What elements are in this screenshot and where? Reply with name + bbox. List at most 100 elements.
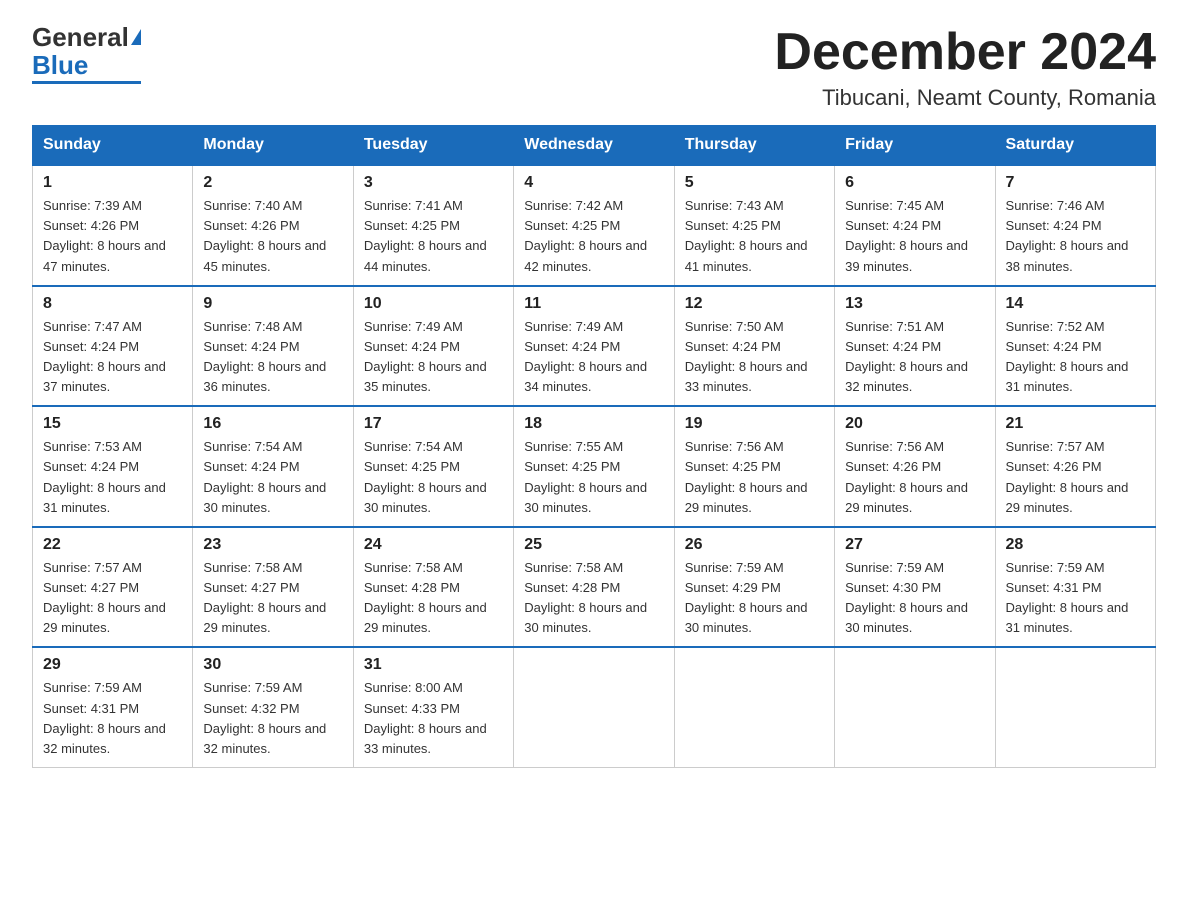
day-number: 21 <box>1006 415 1145 433</box>
table-row: 14 Sunrise: 7:52 AMSunset: 4:24 PMDaylig… <box>995 286 1155 407</box>
day-number: 14 <box>1006 295 1145 313</box>
day-number: 25 <box>524 536 663 554</box>
logo-triangle-icon <box>131 29 141 45</box>
day-info: Sunrise: 7:59 AMSunset: 4:32 PMDaylight:… <box>203 680 326 755</box>
table-row: 18 Sunrise: 7:55 AMSunset: 4:25 PMDaylig… <box>514 406 674 527</box>
col-friday: Friday <box>835 126 995 166</box>
table-row: 15 Sunrise: 7:53 AMSunset: 4:24 PMDaylig… <box>33 406 193 527</box>
col-wednesday: Wednesday <box>514 126 674 166</box>
day-info: Sunrise: 7:55 AMSunset: 4:25 PMDaylight:… <box>524 439 647 514</box>
day-number: 28 <box>1006 536 1145 554</box>
day-number: 20 <box>845 415 984 433</box>
col-tuesday: Tuesday <box>353 126 513 166</box>
day-info: Sunrise: 7:53 AMSunset: 4:24 PMDaylight:… <box>43 439 166 514</box>
table-row <box>514 647 674 767</box>
table-row: 27 Sunrise: 7:59 AMSunset: 4:30 PMDaylig… <box>835 527 995 648</box>
table-row: 22 Sunrise: 7:57 AMSunset: 4:27 PMDaylig… <box>33 527 193 648</box>
table-row: 19 Sunrise: 7:56 AMSunset: 4:25 PMDaylig… <box>674 406 834 527</box>
col-thursday: Thursday <box>674 126 834 166</box>
table-row: 9 Sunrise: 7:48 AMSunset: 4:24 PMDayligh… <box>193 286 353 407</box>
day-info: Sunrise: 7:56 AMSunset: 4:25 PMDaylight:… <box>685 439 808 514</box>
table-row: 25 Sunrise: 7:58 AMSunset: 4:28 PMDaylig… <box>514 527 674 648</box>
table-row: 2 Sunrise: 7:40 AMSunset: 4:26 PMDayligh… <box>193 165 353 286</box>
table-row: 3 Sunrise: 7:41 AMSunset: 4:25 PMDayligh… <box>353 165 513 286</box>
calendar-week-row: 22 Sunrise: 7:57 AMSunset: 4:27 PMDaylig… <box>33 527 1156 648</box>
day-number: 22 <box>43 536 182 554</box>
col-sunday: Sunday <box>33 126 193 166</box>
page-header: General Blue December 2024 Tibucani, Nea… <box>32 24 1156 111</box>
day-number: 12 <box>685 295 824 313</box>
table-row: 7 Sunrise: 7:46 AMSunset: 4:24 PMDayligh… <box>995 165 1155 286</box>
day-info: Sunrise: 7:59 AMSunset: 4:29 PMDaylight:… <box>685 560 808 635</box>
day-info: Sunrise: 7:40 AMSunset: 4:26 PMDaylight:… <box>203 198 326 273</box>
day-number: 7 <box>1006 174 1145 192</box>
table-row: 31 Sunrise: 8:00 AMSunset: 4:33 PMDaylig… <box>353 647 513 767</box>
day-number: 19 <box>685 415 824 433</box>
day-number: 31 <box>364 656 503 674</box>
calendar-table: Sunday Monday Tuesday Wednesday Thursday… <box>32 125 1156 768</box>
day-number: 11 <box>524 295 663 313</box>
day-info: Sunrise: 7:57 AMSunset: 4:27 PMDaylight:… <box>43 560 166 635</box>
day-number: 17 <box>364 415 503 433</box>
table-row: 17 Sunrise: 7:54 AMSunset: 4:25 PMDaylig… <box>353 406 513 527</box>
day-number: 27 <box>845 536 984 554</box>
day-number: 30 <box>203 656 342 674</box>
day-number: 10 <box>364 295 503 313</box>
logo: General Blue <box>32 24 141 84</box>
day-number: 26 <box>685 536 824 554</box>
day-info: Sunrise: 7:54 AMSunset: 4:24 PMDaylight:… <box>203 439 326 514</box>
calendar-week-row: 29 Sunrise: 7:59 AMSunset: 4:31 PMDaylig… <box>33 647 1156 767</box>
col-saturday: Saturday <box>995 126 1155 166</box>
day-info: Sunrise: 7:51 AMSunset: 4:24 PMDaylight:… <box>845 319 968 394</box>
logo-general-text: General <box>32 24 129 50</box>
title-block: December 2024 Tibucani, Neamt County, Ro… <box>774 24 1156 111</box>
day-info: Sunrise: 7:42 AMSunset: 4:25 PMDaylight:… <box>524 198 647 273</box>
table-row: 16 Sunrise: 7:54 AMSunset: 4:24 PMDaylig… <box>193 406 353 527</box>
day-number: 24 <box>364 536 503 554</box>
day-number: 15 <box>43 415 182 433</box>
day-info: Sunrise: 7:58 AMSunset: 4:28 PMDaylight:… <box>524 560 647 635</box>
table-row: 30 Sunrise: 7:59 AMSunset: 4:32 PMDaylig… <box>193 647 353 767</box>
table-row: 24 Sunrise: 7:58 AMSunset: 4:28 PMDaylig… <box>353 527 513 648</box>
table-row: 11 Sunrise: 7:49 AMSunset: 4:24 PMDaylig… <box>514 286 674 407</box>
table-row: 1 Sunrise: 7:39 AMSunset: 4:26 PMDayligh… <box>33 165 193 286</box>
day-info: Sunrise: 7:56 AMSunset: 4:26 PMDaylight:… <box>845 439 968 514</box>
day-info: Sunrise: 7:48 AMSunset: 4:24 PMDaylight:… <box>203 319 326 394</box>
day-info: Sunrise: 7:46 AMSunset: 4:24 PMDaylight:… <box>1006 198 1129 273</box>
day-info: Sunrise: 7:52 AMSunset: 4:24 PMDaylight:… <box>1006 319 1129 394</box>
day-number: 5 <box>685 174 824 192</box>
day-number: 4 <box>524 174 663 192</box>
day-info: Sunrise: 7:45 AMSunset: 4:24 PMDaylight:… <box>845 198 968 273</box>
table-row <box>995 647 1155 767</box>
header-row: Sunday Monday Tuesday Wednesday Thursday… <box>33 126 1156 166</box>
table-row: 8 Sunrise: 7:47 AMSunset: 4:24 PMDayligh… <box>33 286 193 407</box>
calendar-week-row: 1 Sunrise: 7:39 AMSunset: 4:26 PMDayligh… <box>33 165 1156 286</box>
table-row: 13 Sunrise: 7:51 AMSunset: 4:24 PMDaylig… <box>835 286 995 407</box>
day-info: Sunrise: 7:59 AMSunset: 4:31 PMDaylight:… <box>43 680 166 755</box>
table-row: 10 Sunrise: 7:49 AMSunset: 4:24 PMDaylig… <box>353 286 513 407</box>
day-number: 6 <box>845 174 984 192</box>
day-number: 13 <box>845 295 984 313</box>
day-info: Sunrise: 7:58 AMSunset: 4:28 PMDaylight:… <box>364 560 487 635</box>
day-info: Sunrise: 7:50 AMSunset: 4:24 PMDaylight:… <box>685 319 808 394</box>
table-row: 28 Sunrise: 7:59 AMSunset: 4:31 PMDaylig… <box>995 527 1155 648</box>
day-number: 2 <box>203 174 342 192</box>
table-row: 4 Sunrise: 7:42 AMSunset: 4:25 PMDayligh… <box>514 165 674 286</box>
day-number: 18 <box>524 415 663 433</box>
day-info: Sunrise: 7:59 AMSunset: 4:31 PMDaylight:… <box>1006 560 1129 635</box>
table-row: 5 Sunrise: 7:43 AMSunset: 4:25 PMDayligh… <box>674 165 834 286</box>
day-info: Sunrise: 7:49 AMSunset: 4:24 PMDaylight:… <box>364 319 487 394</box>
col-monday: Monday <box>193 126 353 166</box>
day-info: Sunrise: 7:47 AMSunset: 4:24 PMDaylight:… <box>43 319 166 394</box>
table-row: 6 Sunrise: 7:45 AMSunset: 4:24 PMDayligh… <box>835 165 995 286</box>
day-number: 8 <box>43 295 182 313</box>
day-number: 3 <box>364 174 503 192</box>
day-info: Sunrise: 7:49 AMSunset: 4:24 PMDaylight:… <box>524 319 647 394</box>
day-number: 16 <box>203 415 342 433</box>
day-number: 9 <box>203 295 342 313</box>
table-row: 26 Sunrise: 7:59 AMSunset: 4:29 PMDaylig… <box>674 527 834 648</box>
day-info: Sunrise: 8:00 AMSunset: 4:33 PMDaylight:… <box>364 680 487 755</box>
table-row: 23 Sunrise: 7:58 AMSunset: 4:27 PMDaylig… <box>193 527 353 648</box>
location-subtitle: Tibucani, Neamt County, Romania <box>774 85 1156 111</box>
table-row: 21 Sunrise: 7:57 AMSunset: 4:26 PMDaylig… <box>995 406 1155 527</box>
